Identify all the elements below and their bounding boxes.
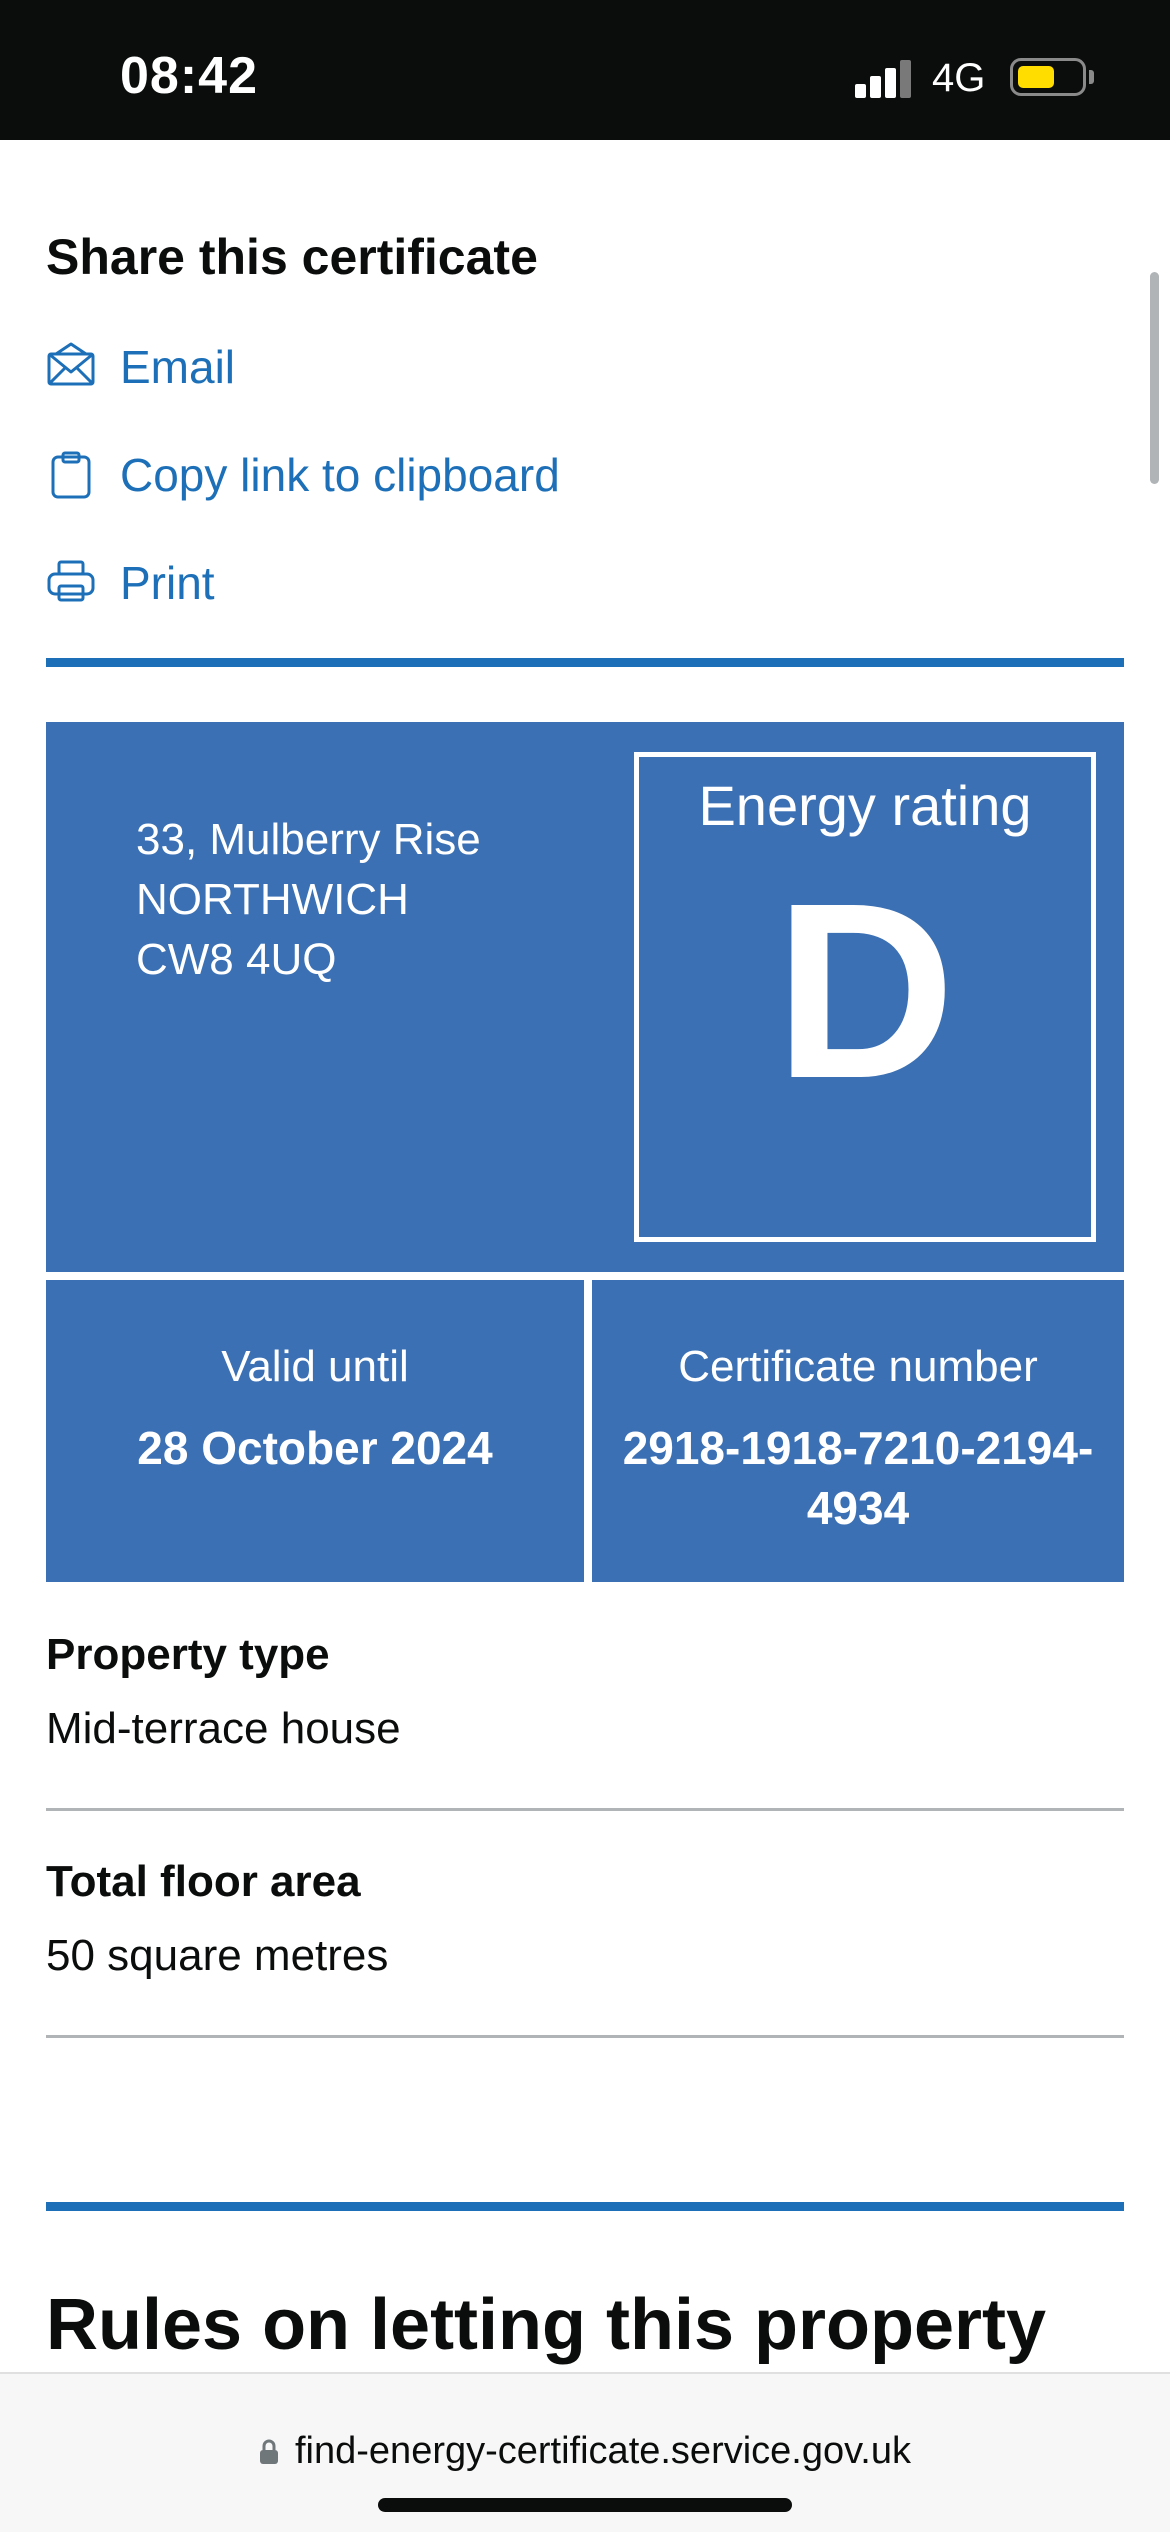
energy-rating-box: Energy rating D	[634, 752, 1096, 1242]
print-label: Print	[120, 557, 215, 609]
certificate-summary: 33, Mulberry Rise NORTHWICH CW8 4UQ Ener…	[46, 722, 1124, 1582]
energy-rating-label: Energy rating	[698, 774, 1032, 837]
certificate-number-label: Certificate number	[678, 1342, 1038, 1391]
share-title: Share this certificate	[46, 229, 538, 285]
status-bar: 08:42 4G	[0, 0, 1170, 140]
battery-tip	[1089, 70, 1094, 84]
address-line-3: CW8 4UQ	[136, 935, 337, 984]
valid-until-label: Valid until	[221, 1342, 409, 1391]
print-button[interactable]: Print	[46, 548, 215, 618]
address-line-2: NORTHWICH	[136, 875, 409, 924]
battery-level	[1018, 66, 1054, 88]
energy-rating-letter: D	[774, 851, 956, 1130]
signal-bars-icon	[855, 58, 915, 98]
envelope-icon	[46, 342, 96, 392]
printer-icon	[46, 558, 96, 608]
copy-link-label: Copy link to clipboard	[120, 449, 560, 501]
certificate-number-cell: Certificate number 2918-1918-7210-2194-4…	[592, 1280, 1124, 1582]
letting-rules-heading: Rules on letting this property	[46, 2285, 1047, 2365]
summary-divider	[46, 2035, 1124, 2038]
summary-divider	[46, 1808, 1124, 1811]
clipboard-icon	[46, 450, 96, 500]
property-type-value: Mid-terrace house	[46, 1704, 401, 1753]
certificate-header: 33, Mulberry Rise NORTHWICH CW8 4UQ Ener…	[46, 722, 1124, 1272]
url-display[interactable]: find-energy-certificate.service.gov.uk	[0, 2430, 1170, 2473]
page-scrollbar[interactable]	[1150, 272, 1159, 484]
battery-icon	[1010, 58, 1086, 96]
email-link[interactable]: Email	[46, 332, 235, 402]
section-rule	[46, 2202, 1124, 2211]
address-line-1: 33, Mulberry Rise	[136, 815, 481, 864]
valid-until-date: 28 October 2024	[137, 1422, 493, 1474]
status-time: 08:42	[120, 47, 258, 105]
url-text: find-energy-certificate.service.gov.uk	[295, 2430, 911, 2472]
browser-url-bar[interactable]: find-energy-certificate.service.gov.uk	[0, 2372, 1170, 2532]
copy-link-button[interactable]: Copy link to clipboard	[46, 440, 560, 510]
certificate-number: 2918-1918-7210-2194-4934	[622, 1422, 1094, 1534]
floor-area-value: 50 square metres	[46, 1931, 389, 1980]
property-address: 33, Mulberry Rise NORTHWICH CW8 4UQ	[136, 810, 481, 990]
lock-icon	[260, 2439, 278, 2464]
home-indicator[interactable]	[378, 2498, 792, 2512]
section-rule	[46, 658, 1124, 667]
property-type-label: Property type	[46, 1630, 330, 1679]
network-type: 4G	[932, 56, 986, 100]
valid-until-cell: Valid until 28 October 2024	[46, 1280, 584, 1582]
email-link-label: Email	[120, 341, 236, 393]
floor-area-label: Total floor area	[46, 1857, 361, 1906]
